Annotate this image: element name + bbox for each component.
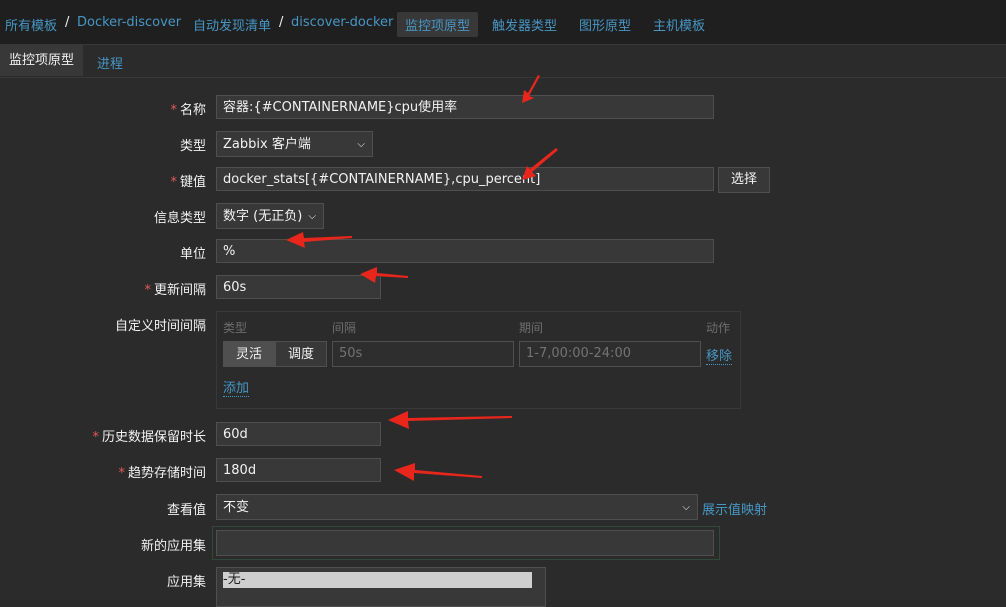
value-mapping-link[interactable]: 展示值映射 bbox=[702, 499, 767, 518]
update-interval-label: * 更新间隔 bbox=[144, 283, 206, 298]
red-arrow-icon bbox=[394, 463, 482, 481]
tab-process[interactable]: 进程 bbox=[97, 53, 123, 72]
nav-host-prototypes[interactable]: 主机模板 bbox=[653, 15, 705, 34]
nav-graph-prototypes[interactable]: 图形原型 bbox=[579, 15, 631, 34]
breadcrumb-all-templates[interactable]: 所有模板 bbox=[5, 15, 57, 34]
update-interval-input[interactable]: 60s bbox=[216, 275, 381, 299]
red-arrow-icon bbox=[388, 411, 512, 429]
col-period-header: 期间 bbox=[519, 321, 544, 335]
top-navigation-bar: 所有模板 / Docker-discover 自动发现清单 / discover… bbox=[0, 0, 1006, 45]
type-label: 类型 bbox=[179, 139, 206, 154]
chevron-down-icon: ⌵ bbox=[308, 211, 316, 222]
type-select[interactable]: Zabbix 客户端 ⌵ bbox=[216, 131, 373, 157]
key-select-button[interactable]: 选择 bbox=[718, 167, 770, 193]
custom-intervals-table: 类型 间隔 期间 动作 灵活 调度 50s 1-7,00:00-24:00 移除… bbox=[216, 311, 741, 409]
red-arrow-icon bbox=[286, 232, 352, 248]
key-label: * 键值 bbox=[170, 175, 206, 190]
breadcrumb-discovery-rule[interactable]: discover-docker bbox=[291, 15, 393, 30]
info-type-label: 信息类型 bbox=[153, 211, 206, 226]
red-arrow-icon bbox=[360, 267, 408, 283]
col-interval-header: 间隔 bbox=[332, 321, 357, 335]
show-value-select[interactable]: 不变 ⌵ bbox=[216, 494, 698, 520]
required-mark: * bbox=[92, 430, 99, 445]
required-mark: * bbox=[144, 283, 151, 298]
trends-input[interactable]: 180d bbox=[216, 458, 381, 482]
applications-listbox[interactable]: -无- bbox=[216, 567, 546, 607]
remove-interval-link[interactable]: 移除 bbox=[706, 345, 733, 365]
chevron-down-icon: ⌵ bbox=[682, 502, 690, 513]
required-mark: * bbox=[118, 466, 125, 481]
show-value-select-value: 不变 bbox=[223, 500, 250, 515]
add-interval-link[interactable]: 添加 bbox=[223, 377, 250, 397]
period-input[interactable]: 1-7,00:00-24:00 bbox=[519, 341, 701, 367]
red-arrow-icon bbox=[522, 148, 558, 180]
new-application-input[interactable] bbox=[216, 530, 714, 556]
applications-option[interactable]: -无- bbox=[223, 572, 532, 588]
info-type-select[interactable]: 数字 (无正负) ⌵ bbox=[216, 203, 324, 229]
breadcrumb-discovery-list[interactable]: 自动发现清单 bbox=[193, 15, 271, 34]
nav-item-prototypes[interactable]: 监控项原型 bbox=[397, 12, 479, 37]
breadcrumb-separator: / bbox=[279, 15, 284, 30]
red-arrow-icon bbox=[522, 75, 540, 103]
name-label: * 名称 bbox=[170, 103, 206, 118]
key-input[interactable]: docker_stats[{#CONTAINERNAME},cpu_percen… bbox=[216, 167, 714, 191]
required-mark: * bbox=[170, 175, 177, 190]
history-input[interactable]: 60d bbox=[216, 422, 381, 446]
show-value-label: 查看值 bbox=[166, 503, 206, 518]
type-select-value: Zabbix 客户端 bbox=[223, 137, 311, 152]
col-action-header: 动作 bbox=[706, 321, 731, 335]
name-input[interactable]: 容器:{#CONTAINERNAME}cpu使用率 bbox=[216, 95, 714, 119]
info-type-select-value: 数字 (无正负) bbox=[223, 209, 303, 224]
breadcrumb-separator: / bbox=[65, 15, 70, 30]
form-tabs: 监控项原型 进程 bbox=[0, 45, 1006, 78]
history-label: * 历史数据保留时长 bbox=[92, 430, 206, 445]
required-mark: * bbox=[170, 103, 177, 118]
chevron-down-icon: ⌵ bbox=[357, 139, 365, 150]
col-type-header: 类型 bbox=[223, 321, 248, 335]
units-label: 单位 bbox=[179, 247, 206, 262]
interval-input[interactable]: 50s bbox=[332, 341, 514, 367]
new-application-label: 新的应用集 bbox=[140, 539, 206, 554]
trends-label: * 趋势存储时间 bbox=[118, 466, 206, 481]
custom-intervals-label: 自定义时间间隔 bbox=[114, 319, 206, 334]
flexible-toggle[interactable]: 灵活 bbox=[223, 341, 275, 367]
scheduling-toggle[interactable]: 调度 bbox=[275, 341, 327, 367]
breadcrumb-template[interactable]: Docker-discover bbox=[77, 15, 181, 30]
nav-trigger-prototypes[interactable]: 触发器类型 bbox=[492, 15, 557, 34]
tab-item-prototype[interactable]: 监控项原型 bbox=[0, 45, 84, 76]
applications-label: 应用集 bbox=[166, 575, 206, 590]
